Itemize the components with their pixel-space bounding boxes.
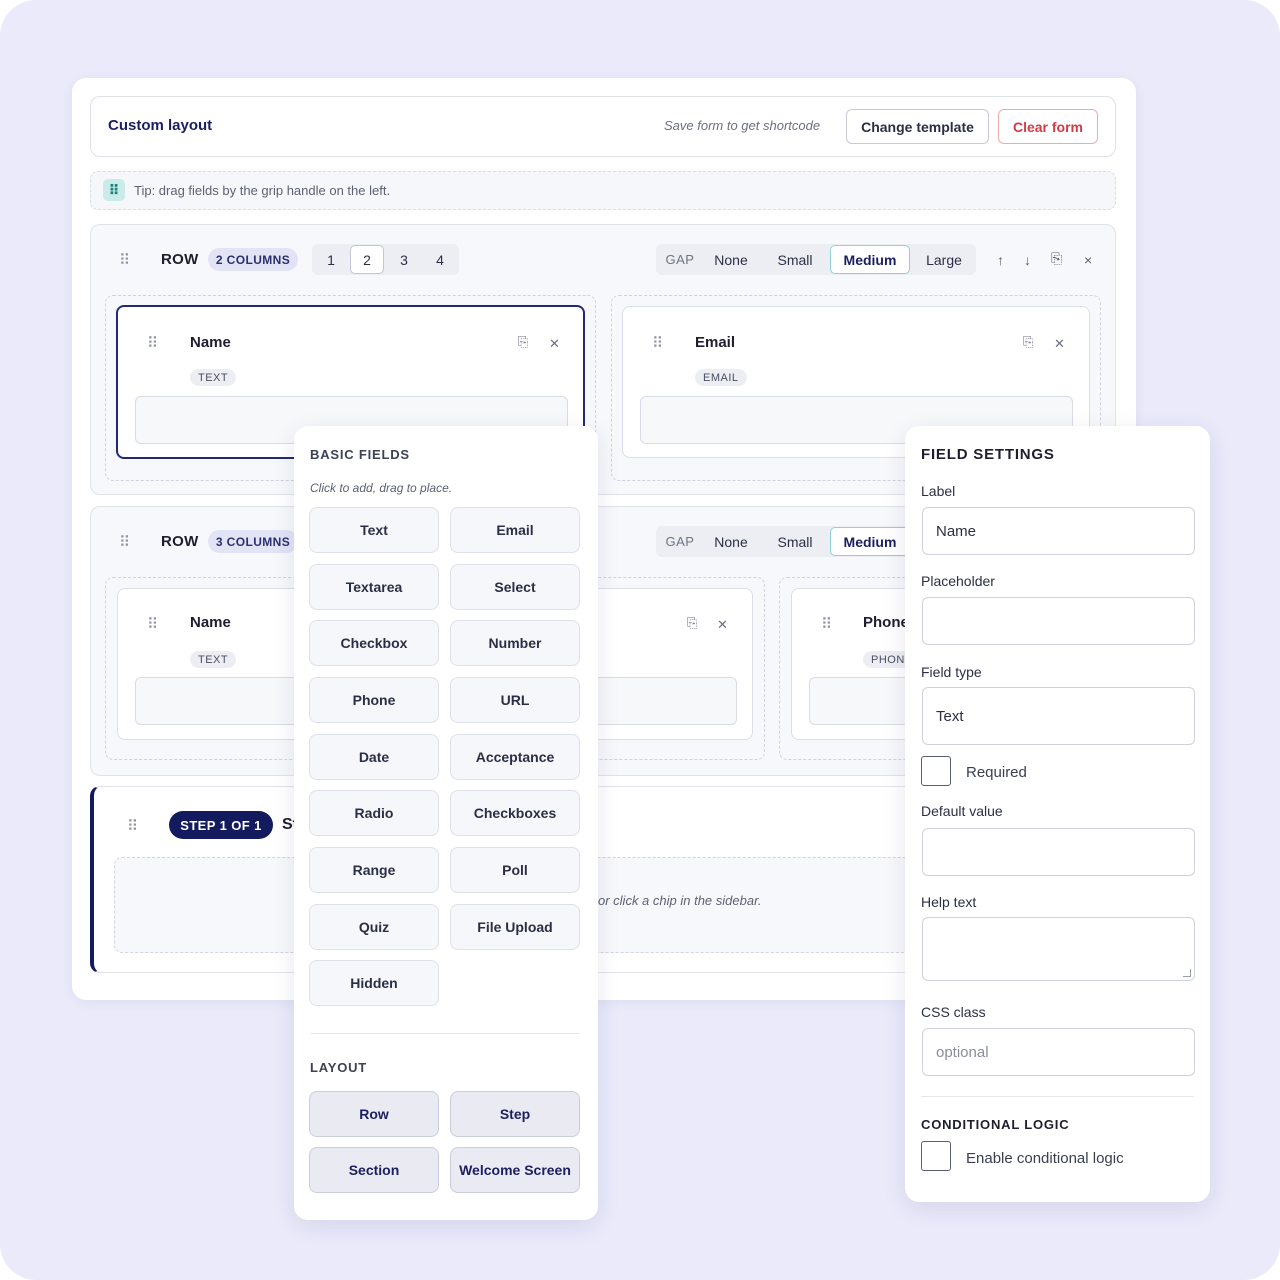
chip-hidden[interactable]: Hidden <box>309 960 439 1006</box>
chip-radio[interactable]: Radio <box>309 790 439 836</box>
gap-option-none[interactable]: None <box>702 245 760 274</box>
css-class-label: CSS class <box>921 1004 986 1020</box>
clear-form-button[interactable]: Clear form <box>998 109 1098 144</box>
default-value-input[interactable] <box>922 828 1195 876</box>
gap-option-none[interactable]: None <box>702 527 760 556</box>
drag-handle-icon[interactable]: ⠿ <box>147 617 158 632</box>
conditional-logic-heading: CONDITIONAL LOGIC <box>921 1117 1070 1132</box>
required-label: Required <box>966 764 1027 781</box>
chip-checkboxes[interactable]: Checkboxes <box>450 790 580 836</box>
field-label: Name <box>190 334 231 351</box>
field-label: Email <box>695 334 736 351</box>
chip-acceptance[interactable]: Acceptance <box>450 734 580 780</box>
css-class-input[interactable]: optional <box>922 1028 1195 1076</box>
resize-handle-icon[interactable] <box>1183 969 1191 977</box>
shortcode-hint: Save form to get shortcode <box>664 118 821 133</box>
row-label: ROW <box>161 251 199 268</box>
chip-step[interactable]: Step <box>450 1091 580 1137</box>
required-checkbox[interactable] <box>921 756 951 786</box>
help-text-label: Help text <box>921 894 977 910</box>
placeholder-label: Placeholder <box>921 573 995 589</box>
columns-badge: 2 COLUMNS <box>208 248 298 271</box>
chip-file-upload[interactable]: File Upload <box>450 904 580 950</box>
gap-label: GAP <box>665 534 695 549</box>
label-label: Label <box>921 483 956 499</box>
field-type-tag: EMAIL <box>695 369 747 386</box>
canvas-background: Custom layout Save form to get shortcode… <box>0 0 1280 1280</box>
chip-range[interactable]: Range <box>309 847 439 893</box>
tip-text: Tip: drag fields by the grip handle on t… <box>134 183 391 198</box>
gap-option-medium[interactable]: Medium <box>830 245 910 274</box>
gap-option-small[interactable]: Small <box>764 527 826 556</box>
gap-option-small[interactable]: Small <box>764 245 826 274</box>
chip-url[interactable]: URL <box>450 677 580 723</box>
field-label: Name <box>190 614 231 631</box>
close-icon[interactable]: × <box>1084 252 1092 268</box>
close-icon[interactable]: ✕ <box>717 617 728 633</box>
drag-handle-icon[interactable]: ⠿ <box>119 253 130 268</box>
placeholder-input[interactable] <box>922 597 1195 645</box>
chip-phone[interactable]: Phone <box>309 677 439 723</box>
default-value-label: Default value <box>921 803 1003 819</box>
drag-handle-icon[interactable]: ⠿ <box>821 617 832 632</box>
palette-hint: Click to add, drag to place. <box>310 481 453 495</box>
field-type-tag: TEXT <box>190 369 237 386</box>
close-icon[interactable]: ✕ <box>1054 336 1065 352</box>
chip-row[interactable]: Row <box>309 1091 439 1137</box>
chip-section[interactable]: Section <box>309 1147 439 1193</box>
duplicate-icon[interactable]: ⎘ <box>1051 250 1062 267</box>
field-label: Phone <box>863 614 909 631</box>
duplicate-icon[interactable]: ⎘ <box>687 615 697 631</box>
change-template-button[interactable]: Change template <box>846 109 989 144</box>
step-drop-hint: or click a chip in the sidebar. <box>598 893 762 908</box>
layout-title: Custom layout <box>108 117 213 134</box>
columns-option-4[interactable]: 4 <box>423 245 457 274</box>
drag-handle-icon[interactable]: ⠿ <box>119 535 130 550</box>
chip-poll[interactable]: Poll <box>450 847 580 893</box>
columns-option-3[interactable]: 3 <box>387 245 421 274</box>
gap-label: GAP <box>665 252 695 267</box>
divider <box>310 1033 580 1034</box>
drag-handle-icon[interactable]: ⠿ <box>127 819 138 834</box>
columns-option-1[interactable]: 1 <box>314 245 348 274</box>
close-icon[interactable]: ✕ <box>549 336 560 352</box>
chip-date[interactable]: Date <box>309 734 439 780</box>
chip-checkbox[interactable]: Checkbox <box>309 620 439 666</box>
columns-badge: 3 COLUMNS <box>208 530 298 553</box>
conditional-logic-checkbox[interactable] <box>921 1141 951 1171</box>
drag-handle-icon[interactable]: ⠿ <box>652 336 663 351</box>
label-input[interactable]: Name <box>922 507 1195 555</box>
chip-text[interactable]: Text <box>309 507 439 553</box>
chip-email[interactable]: Email <box>450 507 580 553</box>
field-settings-heading: FIELD SETTINGS <box>921 446 1055 463</box>
step-badge: STEP 1 OF 1 <box>169 811 273 839</box>
duplicate-icon[interactable]: ⎘ <box>518 334 528 350</box>
divider <box>921 1096 1194 1097</box>
move-up-icon[interactable]: ↑ <box>997 252 1004 268</box>
chip-welcome-screen[interactable]: Welcome Screen <box>450 1147 580 1193</box>
gap-option-large[interactable]: Large <box>914 245 974 274</box>
chip-textarea[interactable]: Textarea <box>309 564 439 610</box>
chip-quiz[interactable]: Quiz <box>309 904 439 950</box>
field-type-label: Field type <box>921 664 982 680</box>
gap-option-medium[interactable]: Medium <box>830 527 910 556</box>
field-type-select[interactable]: Text <box>922 687 1195 745</box>
columns-option-2[interactable]: 2 <box>350 245 384 274</box>
field-type-tag: TEXT <box>190 651 237 668</box>
layout-heading: LAYOUT <box>310 1060 368 1075</box>
chip-select[interactable]: Select <box>450 564 580 610</box>
duplicate-icon[interactable]: ⎘ <box>1023 334 1033 350</box>
move-down-icon[interactable]: ↓ <box>1024 252 1031 268</box>
drag-handle-icon[interactable]: ⠿ <box>147 336 158 351</box>
row-label: ROW <box>161 533 199 550</box>
chip-number[interactable]: Number <box>450 620 580 666</box>
help-text-textarea[interactable] <box>922 917 1195 981</box>
conditional-logic-label: Enable conditional logic <box>966 1150 1124 1167</box>
grip-icon: ⠿ <box>103 179 125 201</box>
basic-fields-heading: BASIC FIELDS <box>310 447 410 462</box>
